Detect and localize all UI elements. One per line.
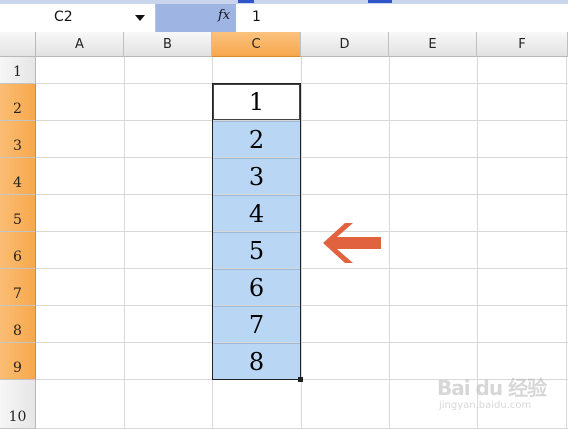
cell-c8[interactable]: 7 [213,306,300,342]
grid-line [36,194,568,195]
column-header-d[interactable]: D [301,32,389,57]
grid-line [36,268,568,269]
grid-line [36,231,568,232]
grid-line [36,83,568,84]
grid-line [36,120,568,121]
row-header-3[interactable]: 3 [0,121,36,158]
watermark-logo-text: Bai du 经验 [437,376,547,400]
row-header-7[interactable]: 7 [0,269,36,306]
row-header-4[interactable]: 4 [0,158,36,195]
select-all-corner[interactable] [0,32,36,57]
grid-line [36,157,568,158]
cell-c7[interactable]: 6 [213,269,300,305]
strip-mark [238,0,254,3]
cell-c5[interactable]: 4 [213,195,300,231]
insert-function-button[interactable]: fx [156,4,236,32]
cell-c2[interactable]: 1 [213,84,300,120]
name-box-value: C2 [54,9,73,25]
formula-content[interactable]: 1 [252,9,261,25]
column-header-f[interactable]: F [477,32,568,57]
column-header-a[interactable]: A [36,32,124,57]
watermark: Bai du 经验 jingyan.baidu.com [437,370,565,426]
grid-line [124,57,125,429]
row-header-8[interactable]: 8 [0,306,36,343]
cell-c6[interactable]: 5 [213,232,300,268]
row-header-1[interactable]: 1 [0,57,36,84]
row-header-5[interactable]: 5 [0,195,36,232]
grid-line [389,57,390,429]
grid-line [301,57,302,429]
row-header-2[interactable]: 2 [0,84,36,121]
fx-icon: fx [218,8,231,23]
row-header-10[interactable]: 10 [0,380,36,429]
arrow-left-icon [323,223,381,263]
grid-line [566,57,567,429]
column-header-e[interactable]: E [389,32,477,57]
watermark-url: jingyan.baidu.com [439,400,532,411]
cell-c9[interactable]: 8 [213,343,300,379]
strip-mark [368,0,392,3]
name-box[interactable]: C2 [0,4,156,32]
row-header-9[interactable]: 9 [0,343,36,380]
grid-line [36,342,568,343]
column-header-b[interactable]: B [124,32,212,57]
formula-bar: C2 fx 1 [0,4,568,33]
cell-c4[interactable]: 3 [213,158,300,194]
cell-c3[interactable]: 2 [213,121,300,157]
fill-handle[interactable] [298,377,303,382]
grid-line [36,305,568,306]
column-header-c[interactable]: C [212,32,301,57]
row-header-6[interactable]: 6 [0,232,36,269]
triangle-down-icon[interactable] [126,4,154,32]
